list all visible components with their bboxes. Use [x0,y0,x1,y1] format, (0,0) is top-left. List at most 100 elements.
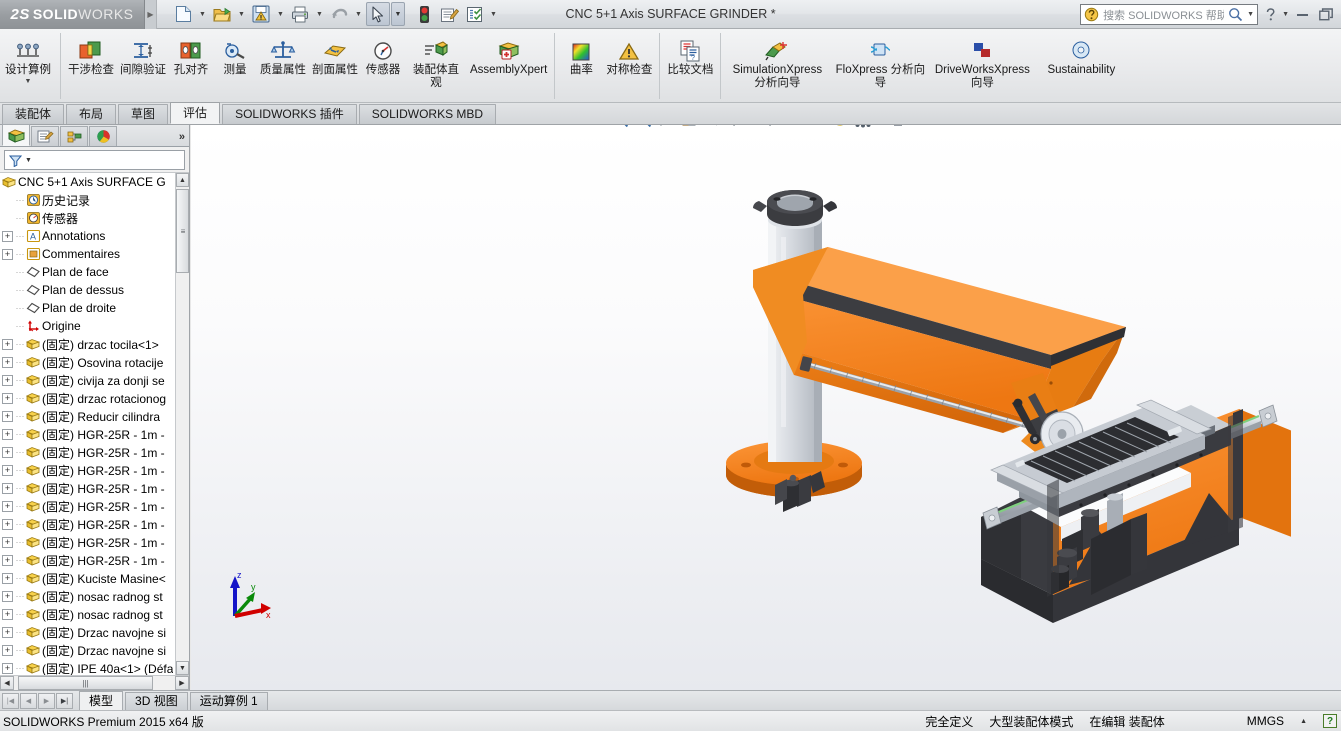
tree-expand-toggle[interactable]: + [2,231,13,242]
hide-show-items-button[interactable] [794,125,816,130]
menu-expand-arrow[interactable]: ▶ [145,0,157,29]
section-view-button[interactable] [678,125,700,130]
curvature-button[interactable]: 曲率 [559,31,603,77]
new-document-button[interactable] [171,2,195,26]
view-orientation-button[interactable] [701,125,723,130]
tree-node[interactable]: ⋯历史记录 [0,191,175,209]
tree-expand-toggle[interactable]: + [2,663,13,674]
zoom-to-fit-button[interactable] [609,125,631,130]
edit-appearance-button[interactable] [829,125,851,130]
tree-node[interactable]: +⋯(固定) civija za donji se [0,371,175,389]
view-settings-dropdown[interactable]: ▼ [910,125,921,130]
tree-expand-toggle[interactable]: + [2,591,13,602]
tab-evaluate[interactable]: 评估 [170,102,220,124]
tree-node[interactable]: +⋯(固定) Drzac navojne si [0,641,175,659]
section-properties-button[interactable]: 剖面属性 [309,31,361,77]
restore-window-button[interactable] [1315,5,1337,25]
tree-node[interactable]: +⋯(固定) nosac radnog st [0,587,175,605]
tab-sketch[interactable]: 草图 [118,104,168,124]
tree-node[interactable]: +⋯(固定) HGR-25R - 1m - [0,533,175,551]
apply-scene-button[interactable] [852,125,874,130]
open-document-button[interactable] [210,2,234,26]
tree-scroll-up-button[interactable]: ▲ [176,173,189,187]
search-dropdown-caret[interactable]: ▼ [1247,11,1254,18]
last-tab-button[interactable]: ▶| [56,693,73,709]
tree-node[interactable]: ⋯传感器 [0,209,175,227]
new-document-dropdown[interactable]: ▼ [196,2,209,26]
simulation-xpress-button[interactable]: SimulationXpress 分析向导 [725,31,829,89]
tree-node[interactable]: +⋯(固定) HGR-25R - 1m - [0,443,175,461]
mass-properties-button[interactable]: 质量属性 [257,31,309,77]
save-document-dropdown[interactable]: ▼ [274,2,287,26]
undo-dropdown[interactable]: ▼ [352,2,365,26]
tree-node[interactable]: +⋯(固定) HGR-25R - 1m - [0,515,175,533]
tree-node[interactable]: +⋯(固定) drzac tocila<1> [0,335,175,353]
tree-node[interactable]: ⋯Plan de droite [0,299,175,317]
tree-node[interactable]: ⋯Plan de dessus [0,281,175,299]
tree-expand-toggle[interactable]: + [2,645,13,656]
rebuild-button[interactable] [412,2,436,26]
clearance-verify-button[interactable]: 间隙验证 [117,31,169,77]
design-study-dropdown[interactable]: ▼ [25,78,32,85]
next-tab-button[interactable]: ▶ [38,693,55,709]
feature-tree-vertical-scrollbar[interactable]: ▲ ≡ ▼ [175,173,189,675]
hole-alignment-button[interactable]: 孔对齐 [169,31,213,77]
symmetry-check-button[interactable]: 对称检查 [603,31,655,77]
assembly-xpert-button[interactable]: AssemblyXpert [467,31,550,77]
tree-hscroll-thumb[interactable]: ||| [18,676,153,690]
tree-expand-toggle[interactable]: + [2,573,13,584]
tree-expand-toggle[interactable]: + [2,429,13,440]
options-button[interactable] [462,2,486,26]
hide-show-dropdown[interactable]: ▼ [817,125,828,130]
tree-node[interactable]: ⋯Plan de face [0,263,175,281]
tree-scroll-thumb[interactable]: ≡ [176,189,189,273]
tree-expand-toggle[interactable]: + [2,447,13,458]
tree-node[interactable]: +⋯Commentaires [0,245,175,263]
tree-node[interactable]: +⋯(固定) Kuciste Masine< [0,569,175,587]
tab-solidworks-mbd[interactable]: SOLIDWORKS MBD [359,104,496,124]
units-dropdown-caret[interactable]: ▲ [1300,718,1307,725]
save-document-button[interactable] [249,2,273,26]
display-manager-tab[interactable] [89,126,117,146]
tree-expand-toggle[interactable]: + [2,411,13,422]
select-tool-button[interactable] [366,2,390,26]
sensor-button[interactable]: 传感器 [361,31,405,77]
minimize-window-button[interactable] [1291,5,1313,25]
open-document-dropdown[interactable]: ▼ [235,2,248,26]
feature-tree-tab[interactable] [2,124,30,146]
print-document-button[interactable] [288,2,312,26]
driveworks-xpress-button[interactable]: DriveWorksXpress 向导 [931,31,1033,89]
interference-check-button[interactable]: 干涉检查 [65,31,117,77]
prev-tab-button[interactable]: ◀ [20,693,37,709]
tree-node[interactable]: +⋯(固定) Drzac navojne si [0,623,175,641]
tree-expand-toggle[interactable]: + [2,537,13,548]
cnc-grinder-3d-model[interactable] [491,187,1291,657]
print-document-dropdown[interactable]: ▼ [313,2,326,26]
sustainability-button[interactable]: Sustainability [1033,31,1129,77]
tree-expand-toggle[interactable]: + [2,519,13,530]
tree-node[interactable]: +⋯(固定) HGR-25R - 1m - [0,461,175,479]
tree-node[interactable]: +⋯(固定) HGR-25R - 1m - [0,497,175,515]
help-search-box[interactable]: 搜索 SOLIDWORKS 帮助 ▼ [1080,4,1258,25]
tree-node[interactable]: +⋯(固定) nosac radnog st [0,605,175,623]
tree-root-node[interactable]: CNC 5+1 Axis SURFACE G [0,173,175,191]
first-tab-button[interactable]: |◀ [2,693,19,709]
tree-expand-toggle[interactable]: + [2,627,13,638]
help-button[interactable] [1260,5,1280,25]
tree-node[interactable]: +⋯(固定) drzac rotacionog [0,389,175,407]
tree-node[interactable]: +⋯(固定) HGR-25R - 1m - [0,551,175,569]
tree-expand-toggle[interactable]: + [2,357,13,368]
feature-manager-more-tabs[interactable]: » [179,131,185,143]
status-units[interactable]: MMGS [1247,714,1284,728]
tree-scroll-right-button[interactable]: ▶ [175,676,189,690]
zoom-to-area-button[interactable] [632,125,654,130]
tree-expand-toggle[interactable]: + [2,555,13,566]
tree-node[interactable]: +⋯(固定) HGR-25R - 1m - [0,479,175,497]
help-dropdown-caret[interactable]: ▼ [1282,11,1289,18]
flo-xpress-button[interactable]: FloXpress 分析向导 [829,31,931,89]
tree-scroll-down-button[interactable]: ▼ [176,661,189,675]
apply-scene-dropdown[interactable]: ▼ [875,125,886,130]
tab-layout[interactable]: 布局 [66,104,116,124]
filter-dropdown-caret[interactable]: ▼ [25,157,32,164]
tree-node[interactable]: +⋯AAnnotations [0,227,175,245]
